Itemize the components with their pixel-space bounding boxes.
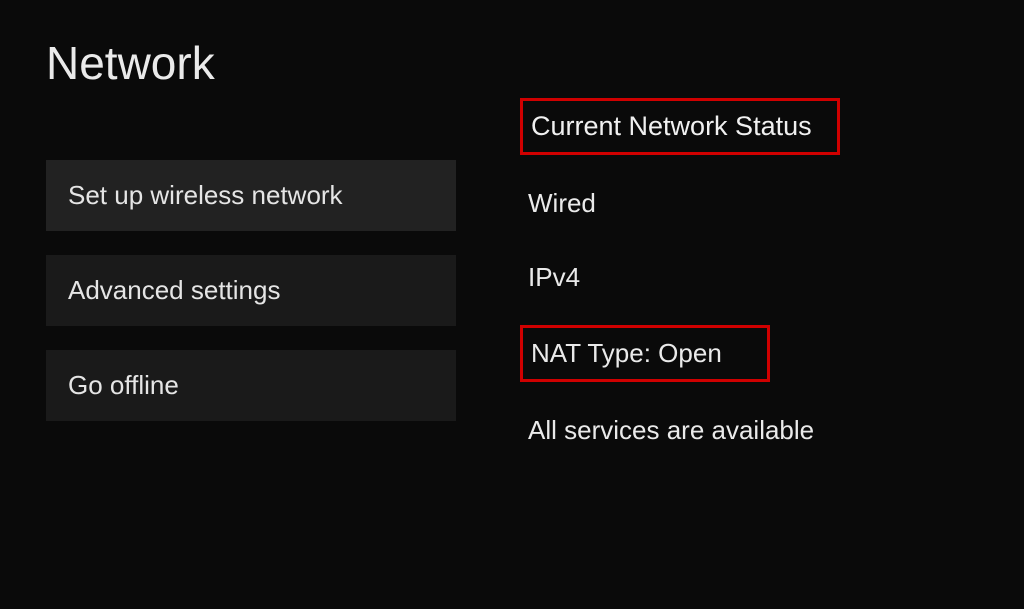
go-offline-button[interactable]: Go offline [46,350,456,421]
nat-type-text: NAT Type: Open [531,338,722,369]
status-block: Current Network Status Wired IPv4 [520,98,980,456]
content-area: Set up wireless network Advanced setting… [0,160,1024,478]
setup-wireless-button[interactable]: Set up wireless network [46,160,456,231]
ip-version-text: IPv4 [528,262,580,293]
menu-panel: Set up wireless network Advanced setting… [0,160,460,478]
connection-type-text: Wired [528,188,596,219]
status-header: Current Network Status [520,98,840,155]
status-header-text: Current Network Status [531,111,812,142]
services-text: All services are available [528,415,814,446]
advanced-settings-button[interactable]: Advanced settings [46,255,456,326]
services-row: All services are available [520,404,980,456]
page-title: Network [0,0,1024,90]
connection-type-row: Wired [520,177,980,229]
status-panel: Current Network Status Wired IPv4 [460,160,980,478]
nat-type-row: NAT Type: Open [520,325,770,382]
ip-version-row: IPv4 [520,251,980,303]
